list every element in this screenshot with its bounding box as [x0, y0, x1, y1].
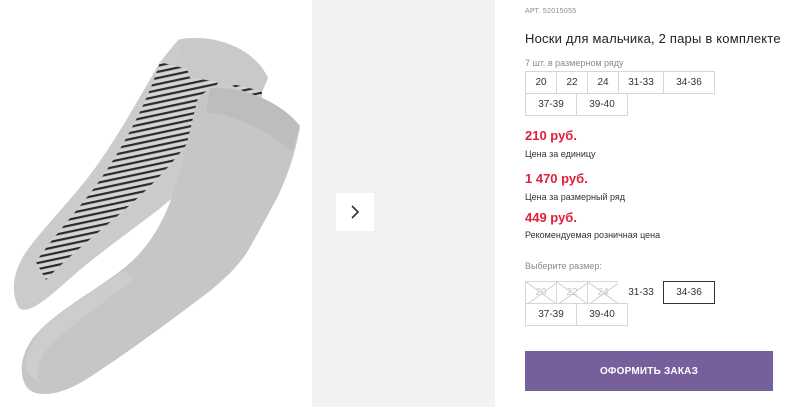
size-row-item: 24 — [587, 71, 619, 94]
chevron-right-icon — [351, 205, 360, 219]
product-gallery — [0, 0, 495, 407]
place-order-button[interactable]: ОФОРМИТЬ ЗАКАЗ — [525, 351, 773, 391]
next-image-button[interactable] — [336, 193, 374, 231]
size-row-item: 22 — [556, 71, 588, 94]
unit-price: 210 руб. — [525, 128, 577, 143]
size-option-unavailable: 24 — [587, 281, 620, 305]
article-number: АРТ. 52015055 — [525, 8, 577, 15]
size-option-unavailable: 22 — [556, 281, 589, 305]
socks-photo — [13, 37, 300, 395]
size-option-selected[interactable]: 34-36 — [663, 281, 715, 304]
product-photo — [0, 0, 312, 407]
cross-out-icon — [588, 282, 620, 305]
size-row-grid: 20 22 24 31-33 34-36 37-39 39-40 — [525, 71, 745, 116]
size-row-item: 31-33 — [618, 71, 664, 94]
size-row-price: 1 470 руб. — [525, 171, 588, 186]
size-row-item: 37-39 — [525, 93, 577, 116]
size-row-price-label: Цена за размерный ряд — [525, 192, 626, 202]
cross-out-icon — [526, 282, 558, 305]
product-info-panel: АРТ. 52015055 Носки для мальчика, 2 пары… — [525, 0, 785, 407]
size-picker: 20 22 24 31-33 34-36 37-39 39-40 — [525, 281, 745, 326]
size-row-item: 20 — [525, 71, 557, 94]
choose-size-label: Выберите размер: — [525, 261, 602, 271]
size-row-item: 39-40 — [576, 93, 628, 116]
retail-price: 449 руб. — [525, 210, 577, 225]
product-title: Носки для мальчика, 2 пары в комплекте — [525, 31, 781, 46]
cross-out-icon — [557, 282, 589, 305]
size-option[interactable]: 37-39 — [525, 303, 577, 326]
retail-price-label: Рекомендуемая розничная цена — [525, 230, 661, 240]
unit-price-label: Цена за единицу — [525, 149, 596, 159]
size-option-unavailable: 20 — [525, 281, 558, 305]
size-row-item: 34-36 — [663, 71, 715, 94]
size-option[interactable]: 31-33 — [618, 281, 664, 304]
size-row-note: 7 шт. в размерном ряду — [525, 58, 624, 68]
size-option[interactable]: 39-40 — [576, 303, 628, 326]
